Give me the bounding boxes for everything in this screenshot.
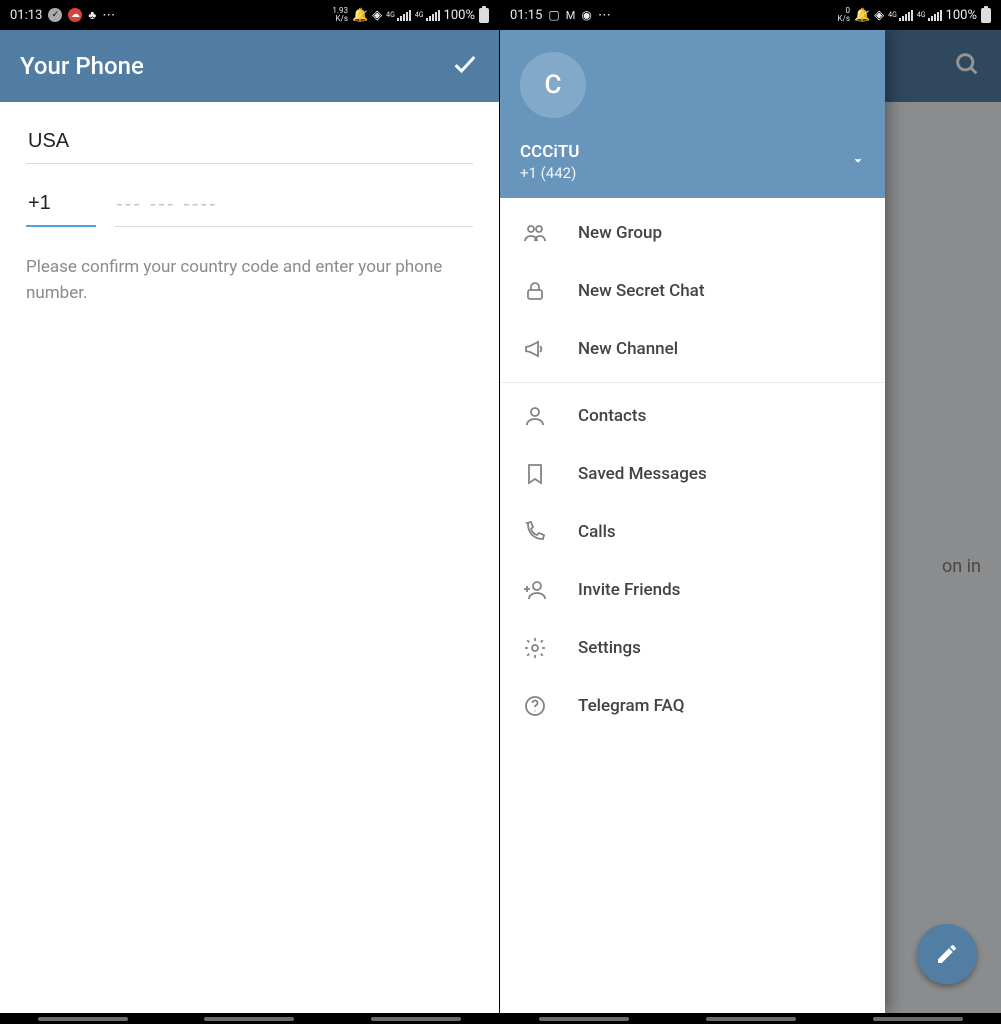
phone-icon (522, 519, 548, 545)
net-label-1: 4G (888, 11, 897, 19)
menu-label: Settings (578, 638, 641, 658)
group-icon (522, 220, 548, 246)
status-speed: 0K/s (838, 7, 850, 23)
menu-label: Contacts (578, 406, 646, 426)
net-label-1: 4G (386, 11, 395, 19)
menu-item-new-group[interactable]: New Group (500, 204, 885, 262)
menu-item-invite-friends[interactable]: Invite Friends (500, 561, 885, 619)
bookmark-icon (522, 461, 548, 487)
android-navbar (0, 1013, 499, 1024)
avatar-initial: C (545, 70, 562, 100)
user-name: CCCiTU (520, 142, 579, 162)
menu-separator (500, 382, 885, 383)
gear-icon (522, 635, 548, 661)
menu-item-saved-messages[interactable]: Saved Messages (500, 445, 885, 503)
help-icon (522, 693, 548, 719)
status-icon-3: ♣ (88, 8, 96, 22)
lock-icon (522, 278, 548, 304)
status-icon-mail: M (566, 9, 576, 22)
screen-drawer: 01:15 ▢ M ◉ ⋯ 0K/s 🔔 ◈ 4G 4G 100% (500, 0, 1001, 1024)
help-text: Please confirm your country code and ent… (26, 255, 473, 306)
account-expand-button[interactable] (851, 153, 865, 172)
wifi-icon: ◈ (372, 8, 382, 23)
country-input[interactable] (26, 120, 473, 164)
status-time: 01:13 (10, 8, 42, 23)
menu-item-new-secret-chat[interactable]: New Secret Chat (500, 262, 885, 320)
battery-percent: 100% (444, 8, 475, 23)
drawer-header: C CCCiTU +1 (442) (500, 30, 885, 198)
battery-icon (981, 8, 991, 23)
status-icon-1: ✓ (48, 8, 62, 22)
phone-number-input[interactable] (114, 187, 473, 227)
status-more-icon: ⋯ (102, 8, 117, 23)
battery-icon (479, 8, 489, 23)
menu-item-calls[interactable]: Calls (500, 503, 885, 561)
confirm-button[interactable] (451, 50, 479, 82)
menu-label: New Secret Chat (578, 281, 705, 301)
user-phone: +1 (442) (520, 164, 579, 182)
android-navbar (500, 1013, 1001, 1024)
megaphone-icon (522, 336, 548, 362)
status-bar: 01:13 ✓ ☁ ♣ ⋯ 1.93K/s 🔔 ◈ 4G 4G 100% (0, 0, 499, 30)
mute-icon: 🔔 (854, 8, 870, 23)
page-title: Your Phone (20, 52, 144, 80)
drawer-menu: New Group New Secret Chat New Channel (500, 198, 885, 741)
app-bar: Your Phone (0, 30, 499, 102)
status-icon-gallery: ▢ (548, 8, 559, 22)
battery-percent: 100% (946, 8, 977, 23)
menu-item-new-channel[interactable]: New Channel (500, 320, 885, 378)
net-label-2: 4G (415, 11, 424, 19)
status-time: 01:15 (510, 8, 542, 23)
status-icon-2: ☁ (68, 8, 82, 22)
menu-label: Saved Messages (578, 464, 707, 484)
menu-label: New Group (578, 223, 662, 243)
avatar[interactable]: C (520, 52, 586, 118)
nav-drawer: C CCCiTU +1 (442) New Group (500, 30, 885, 1013)
dial-code-input[interactable] (26, 186, 96, 227)
menu-label: Telegram FAQ (578, 696, 684, 716)
signal-icon-1 (899, 9, 913, 21)
menu-label: Calls (578, 522, 616, 542)
person-icon (522, 403, 548, 429)
wifi-icon: ◈ (874, 8, 884, 23)
menu-item-telegram-faq[interactable]: Telegram FAQ (500, 677, 885, 735)
signal-icon-1 (397, 9, 411, 21)
signal-icon-2 (426, 9, 440, 21)
compose-fab[interactable] (917, 924, 977, 984)
phone-form: Please confirm your country code and ent… (0, 102, 499, 324)
add-person-icon (522, 577, 548, 603)
status-more-icon: ⋯ (598, 8, 613, 23)
status-speed: 1.93K/s (332, 7, 348, 23)
status-icon-chat: ◉ (581, 8, 591, 22)
signal-icon-2 (928, 9, 942, 21)
menu-item-settings[interactable]: Settings (500, 619, 885, 677)
menu-label: Invite Friends (578, 580, 680, 600)
menu-label: New Channel (578, 339, 678, 359)
screen-phone-entry: 01:13 ✓ ☁ ♣ ⋯ 1.93K/s 🔔 ◈ 4G 4G 100% You… (0, 0, 500, 1024)
menu-item-contacts[interactable]: Contacts (500, 387, 885, 445)
status-bar: 01:15 ▢ M ◉ ⋯ 0K/s 🔔 ◈ 4G 4G 100% (500, 0, 1001, 30)
net-label-2: 4G (917, 11, 926, 19)
mute-icon: 🔔 (352, 8, 368, 23)
